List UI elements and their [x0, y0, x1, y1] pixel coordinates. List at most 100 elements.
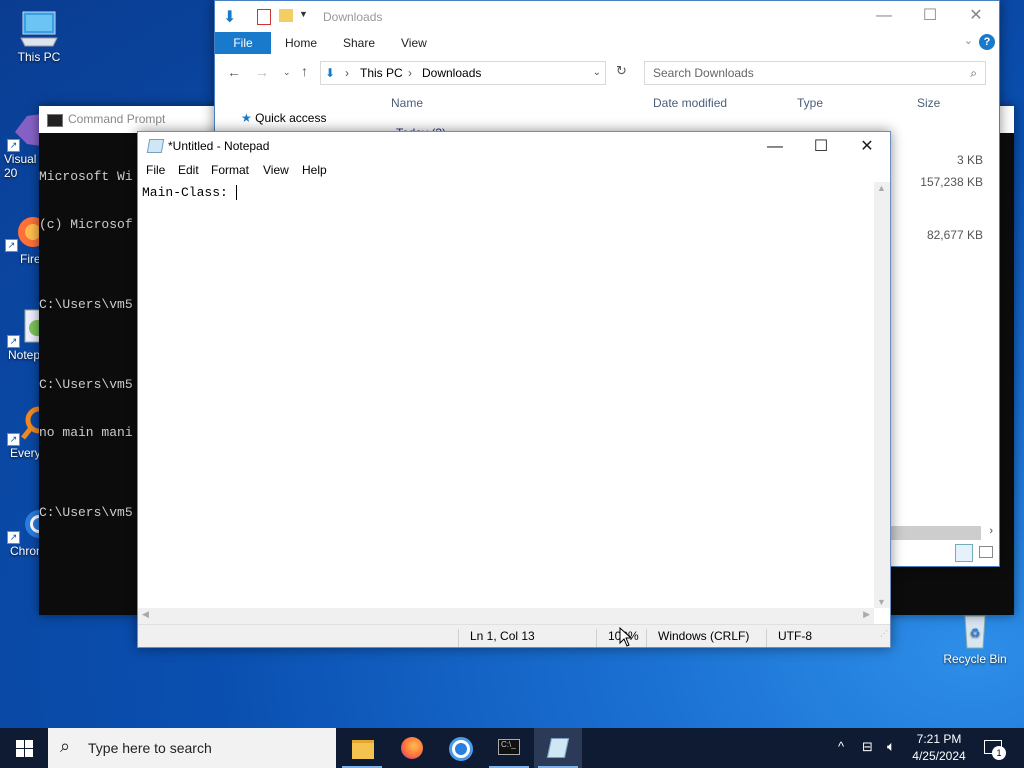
file-size: 82,677 KB [926, 228, 983, 242]
minimize-button[interactable]: — [861, 1, 907, 31]
taskbar-chrome[interactable] [436, 728, 484, 768]
download-arrow-icon: ⬇ [223, 9, 237, 26]
horizontal-scrollbar[interactable] [891, 526, 981, 540]
scroll-down-arrow[interactable]: ▼ [877, 597, 886, 607]
notepad-icon [546, 738, 570, 758]
quick-access-label: Quick access [255, 111, 327, 125]
address-dropdown-icon[interactable]: ⌄ [593, 62, 601, 84]
notepad-window[interactable]: *Untitled - Notepad — ☐ ✕ File Edit Form… [137, 131, 891, 648]
clock-date: 4/25/2024 [912, 749, 966, 763]
large-icons-view-icon[interactable] [979, 546, 993, 558]
status-line-ending: Windows (CRLF) [658, 629, 750, 643]
ribbon-tab-view[interactable]: View [401, 32, 427, 54]
new-folder-icon[interactable] [279, 9, 293, 22]
taskbar-notepad[interactable] [534, 728, 582, 768]
menu-help[interactable]: Help [302, 163, 327, 177]
search-placeholder: Search Downloads [653, 66, 754, 80]
taskbar-firefox[interactable] [387, 728, 435, 768]
ribbon-tab-file[interactable]: File [215, 32, 271, 54]
column-header-date[interactable]: Date modified [653, 96, 727, 110]
cmd-title: Command Prompt [68, 112, 166, 126]
notification-center-button[interactable]: 1 [978, 728, 1024, 768]
horizontal-scrollbar[interactable]: ◀ ▶ [138, 608, 874, 624]
notepad-title: *Untitled - Notepad [168, 139, 270, 153]
search-input[interactable]: Search Downloads ⌕ [644, 61, 986, 85]
menu-format[interactable]: Format [211, 163, 249, 177]
close-button[interactable]: ✕ [953, 1, 999, 31]
explorer-titlebar[interactable]: ⬇ ▼ Downloads — ☐ ✕ [215, 1, 999, 32]
maximize-button[interactable]: ☐ [798, 132, 844, 162]
network-icon[interactable]: ⊟ [862, 739, 873, 755]
explorer-title: Downloads [323, 10, 383, 24]
back-button[interactable]: ← [227, 64, 241, 80]
clock-time: 7:21 PM [916, 732, 962, 746]
breadcrumb-separator: › [345, 66, 349, 80]
column-header-name[interactable]: Name [391, 96, 423, 110]
firefox-icon [401, 737, 423, 759]
menu-view[interactable]: View [263, 163, 289, 177]
notification-badge: 1 [992, 746, 1006, 760]
qat-dropdown-icon[interactable]: ▼ [299, 9, 308, 19]
search-icon: ⌕ [970, 66, 977, 80]
details-view-icon[interactable] [955, 544, 973, 562]
nav-quick-access[interactable]: ★ Quick access [241, 111, 326, 125]
file-size: 3 KB [956, 153, 983, 167]
vertical-scrollbar[interactable]: ▲ ▼ [874, 182, 890, 608]
chrome-icon-center [455, 743, 467, 755]
clock[interactable]: 7:21 PM 4/25/2024 [908, 731, 970, 765]
download-location-icon: ⬇ [325, 66, 336, 80]
taskbar-search-box[interactable]: ⌕ Type here to search [48, 728, 336, 768]
taskbar: ⌕ Type here to search C:\_ ^ ⊟ 🔈︎ 7:21 P… [0, 728, 1024, 768]
column-header-type[interactable]: Type [797, 96, 823, 110]
scroll-up-arrow[interactable]: ▲ [877, 183, 886, 193]
notepad-menubar: File Edit Format View Help [138, 160, 890, 182]
column-header-size[interactable]: Size [917, 96, 940, 110]
maximize-button[interactable]: ☐ [907, 1, 953, 31]
terminal-icon: C:\_ [498, 739, 520, 755]
menu-file[interactable]: File [146, 163, 165, 177]
volume-muted-icon[interactable]: 🔈︎ [887, 738, 895, 755]
shortcut-arrow-icon: ↗ [7, 433, 20, 446]
shortcut-arrow-icon: ↗ [5, 239, 18, 252]
recent-locations-icon[interactable]: ⌄ [283, 67, 291, 78]
scroll-right-arrow[interactable]: › [989, 525, 993, 537]
scroll-right-arrow[interactable]: ▶ [863, 609, 870, 620]
star-icon: ★ [241, 111, 252, 125]
cmd-icon [47, 114, 63, 127]
ribbon-expand-icon[interactable]: ⌄ [964, 34, 973, 47]
notepad-titlebar[interactable]: *Untitled - Notepad — ☐ ✕ [138, 132, 890, 160]
breadcrumb-separator: › [408, 66, 412, 80]
desktop-icon-this-pc[interactable]: This PC [4, 8, 74, 64]
menu-edit[interactable]: Edit [178, 163, 199, 177]
notepad-icon [146, 139, 165, 153]
windows-logo-icon [16, 740, 33, 757]
notepad-text-area[interactable]: Main-Class: [138, 182, 882, 614]
ribbon-tab-share[interactable]: Share [343, 32, 375, 54]
up-button[interactable]: ↑ [301, 63, 308, 79]
refresh-button[interactable]: ↻ [616, 63, 627, 79]
taskbar-command-prompt[interactable]: C:\_ [485, 728, 533, 768]
close-button[interactable]: ✕ [844, 132, 890, 162]
properties-icon[interactable] [257, 9, 271, 25]
forward-button[interactable]: → [255, 64, 269, 80]
file-size: 157,238 KB [920, 175, 983, 189]
desktop-icon-label: Recycle Bin [943, 652, 1007, 666]
breadcrumb-downloads[interactable]: Downloads [422, 62, 481, 84]
text-cursor [235, 185, 237, 201]
resize-grip-icon[interactable]: ⋰ [880, 629, 888, 645]
show-hidden-icons-chevron-icon[interactable]: ^ [838, 739, 844, 754]
shortcut-arrow-icon: ↗ [7, 335, 20, 348]
breadcrumb-this-pc[interactable]: This PC [360, 62, 403, 84]
ribbon-tab-home[interactable]: Home [285, 32, 317, 54]
help-icon[interactable]: ? [979, 34, 995, 50]
minimize-button[interactable]: — [752, 132, 798, 162]
address-bar[interactable]: ⬇ › This PC › Downloads ⌄ [320, 61, 606, 85]
status-divider [458, 629, 459, 647]
shortcut-arrow-icon: ↗ [7, 139, 20, 152]
scroll-left-arrow[interactable]: ◀ [142, 609, 149, 620]
status-encoding: UTF-8 [778, 629, 812, 643]
start-button[interactable] [0, 728, 48, 768]
status-divider [766, 629, 767, 647]
taskbar-file-explorer[interactable] [338, 728, 386, 768]
desktop-icon-recycle-bin[interactable]: ♻ Recycle Bin [940, 610, 1010, 666]
